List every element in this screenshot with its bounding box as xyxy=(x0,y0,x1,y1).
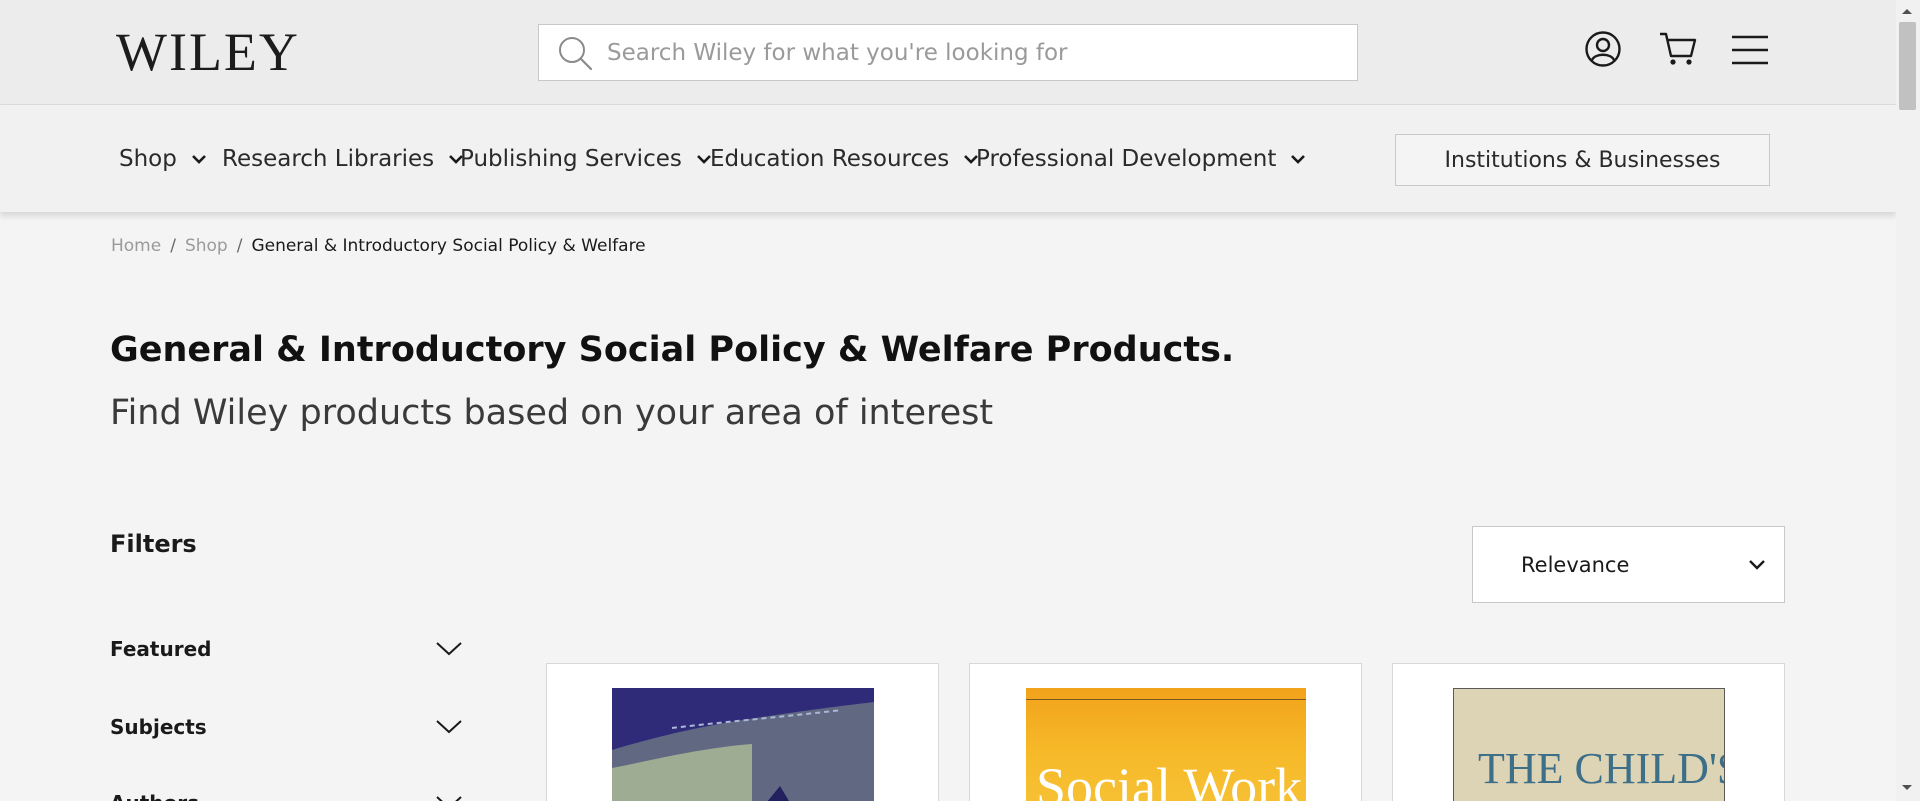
scroll-up-icon[interactable] xyxy=(1899,6,1915,16)
product-cover[interactable]: Social Work xyxy=(1026,688,1306,801)
breadcrumb-home[interactable]: Home xyxy=(111,236,161,256)
search-box[interactable] xyxy=(538,24,1358,81)
cover-rule xyxy=(1026,699,1306,700)
product-cover-text: Social Work xyxy=(1036,757,1303,801)
breadcrumb-current: General & Introductory Social Policy & W… xyxy=(251,236,646,256)
nav-item-label: Shop xyxy=(119,146,177,172)
filter-authors[interactable]: Authors xyxy=(110,786,462,801)
nav-item-shop[interactable]: Shop xyxy=(119,146,207,172)
cart-icon[interactable] xyxy=(1658,30,1698,68)
product-card[interactable]: THE CHILD'S xyxy=(1392,663,1785,801)
cover-artwork xyxy=(612,702,874,801)
filter-label: Subjects xyxy=(110,715,207,739)
sort-select[interactable]: Relevance xyxy=(1472,526,1785,603)
nav-item-education-resources[interactable]: Education Resources xyxy=(710,146,979,172)
chevron-down-icon xyxy=(1291,154,1306,164)
menu-icon[interactable] xyxy=(1731,34,1769,66)
sort-selected-value: Relevance xyxy=(1521,552,1630,577)
scroll-down-icon[interactable] xyxy=(1899,783,1915,793)
main-nav: Shop Research Libraries Publishing Servi… xyxy=(0,105,1896,212)
wiley-logo[interactable]: WILEY xyxy=(116,22,300,82)
scrollbar-thumb[interactable] xyxy=(1899,22,1916,110)
institutions-businesses-button[interactable]: Institutions & Businesses xyxy=(1395,134,1770,186)
top-header: WILEY xyxy=(0,0,1896,105)
product-cover-text: THE CHILD'S xyxy=(1478,744,1725,793)
nav-item-label: Research Libraries xyxy=(222,146,435,172)
chevron-down-icon xyxy=(191,154,206,164)
product-card[interactable] xyxy=(546,663,939,801)
product-card[interactable]: Social Work xyxy=(969,663,1362,801)
page: WILEY Shop xyxy=(0,0,1920,801)
filter-featured[interactable]: Featured xyxy=(110,632,462,666)
search-icon[interactable] xyxy=(557,35,593,71)
breadcrumb-separator: / xyxy=(170,236,176,256)
nav-item-label: Publishing Services xyxy=(460,146,682,172)
chevron-down-icon xyxy=(436,796,462,801)
chevron-down-icon xyxy=(436,642,462,656)
filter-label: Featured xyxy=(110,637,212,661)
page-subtitle: Find Wiley products based on your area o… xyxy=(110,393,994,433)
breadcrumb-shop[interactable]: Shop xyxy=(185,236,228,256)
nav-item-publishing-services[interactable]: Publishing Services xyxy=(460,146,712,172)
product-cover[interactable] xyxy=(612,688,874,801)
scrollbar-track[interactable] xyxy=(1896,0,1920,801)
filter-subjects[interactable]: Subjects xyxy=(110,710,462,744)
nav-item-label: Education Resources xyxy=(710,146,950,172)
breadcrumb-separator: / xyxy=(236,236,243,256)
nav-item-professional-development[interactable]: Professional Development xyxy=(976,146,1306,172)
product-cover[interactable]: THE CHILD'S xyxy=(1453,688,1725,801)
nav-item-research-libraries[interactable]: Research Libraries xyxy=(222,146,464,172)
nav-item-label: Professional Development xyxy=(976,146,1277,172)
chevron-down-icon xyxy=(1749,559,1765,570)
account-icon[interactable] xyxy=(1584,30,1622,68)
filters-heading: Filters xyxy=(110,530,197,558)
chevron-down-icon xyxy=(436,720,462,734)
page-title: General & Introductory Social Policy & W… xyxy=(110,330,1235,370)
filter-label: Authors xyxy=(110,791,199,801)
search-input[interactable] xyxy=(607,39,1347,66)
breadcrumb: Home / Shop / General & Introductory Soc… xyxy=(111,236,646,256)
